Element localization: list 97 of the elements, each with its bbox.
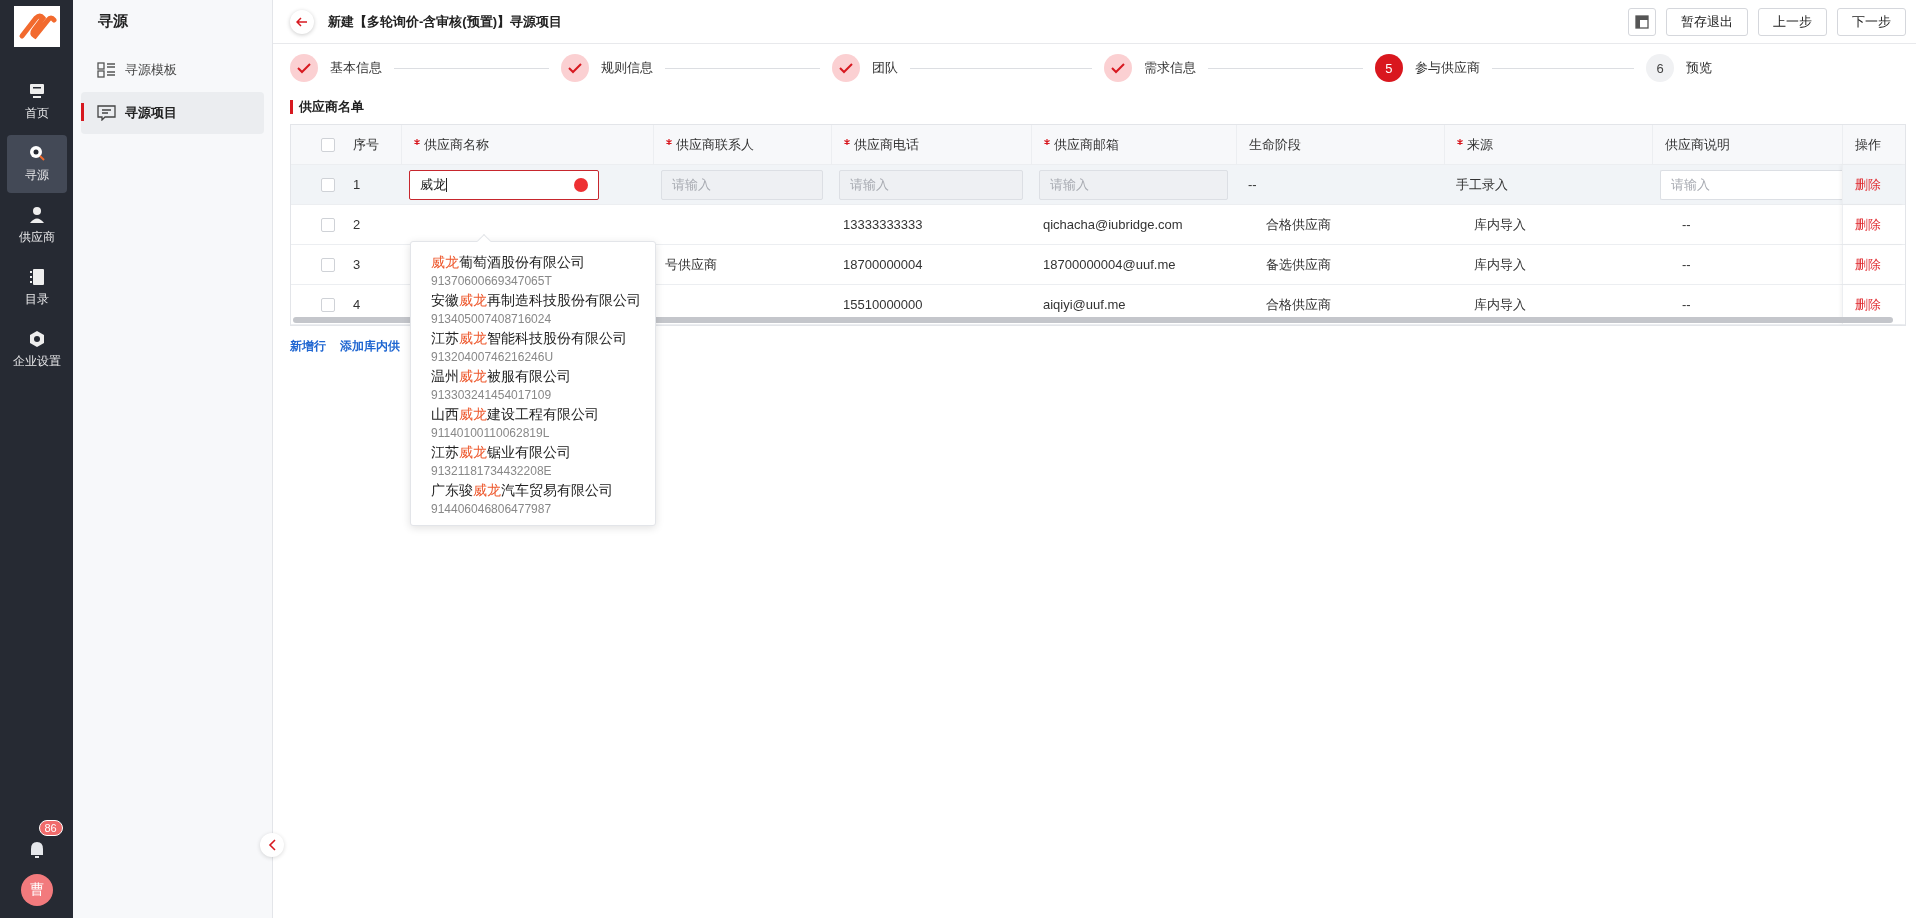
table-cell-text: 库内导入 [1473,295,1527,314]
chevron-left-icon [268,839,276,851]
column-header: 来源 [1467,135,1493,154]
column-header: 生命阶段 [1249,135,1301,154]
person-icon [27,206,46,224]
column-header: 供应商名称 [424,135,489,154]
step-label: 预览 [1686,59,1712,77]
table-cell-text: 合格供应商 [1265,215,1332,234]
layout-button[interactable] [1628,7,1656,36]
column-header: 供应商电话 [854,135,919,154]
table-cell-text: 库内导入 [1473,255,1527,274]
column-header: 供应商联系人 [676,135,754,154]
column-header: 供应商邮箱 [1054,135,1119,154]
toolbar-button[interactable]: 上一步 [1758,7,1827,36]
hexagon-icon [27,330,46,348]
option-name[interactable]: 山西威龙建设工程有限公司 [431,405,655,424]
step-marker: 5 [1374,54,1403,82]
check-icon [839,62,854,74]
check-icon [568,62,583,74]
back-arrow-icon [296,16,308,27]
list-icon [97,62,116,78]
table-cell-text: 合格供应商 [1265,295,1332,314]
nav-item[interactable]: 供应商 [6,197,67,255]
table-cell-text: 18700000004 [842,257,924,272]
sidebar-item[interactable]: 寻源模板 [81,49,264,91]
table-cell-text: 1 [352,177,362,192]
toolbar-button[interactable]: 下一步 [1837,7,1906,36]
column-header: 操作 [1855,135,1881,154]
table-cell-text: aiqiyi@uuf.me [1042,297,1127,312]
option-code: 913303241454017109 [431,387,553,404]
check-icon [297,62,311,74]
status-dot-icon [574,177,588,192]
nav-item[interactable]: 寻源 [6,135,67,193]
delete-link[interactable]: 删除 [1842,245,1904,284]
delete-link[interactable]: 删除 [1842,165,1904,204]
message-icon [97,105,116,121]
book-icon [27,268,46,286]
step-label: 团队 [872,59,899,77]
monitor-icon [27,82,46,100]
option-name[interactable]: 安徽威龙再制造科技股份有限公司 [431,291,655,310]
table-cell-text: -- [1681,257,1692,272]
option-code: 91140100110062819L [431,425,551,442]
checkbox[interactable] [321,257,335,272]
table-cell-text: -- [1681,217,1692,232]
option-code: 91320400746216246U [431,349,555,366]
page-title: 新建【多轮询价-含审核(预置)】寻源项目 [328,12,563,31]
toolbar-button[interactable]: 暂存退出 [1666,7,1748,36]
layout-icon [1635,14,1649,29]
table-cell-text: 3 [352,257,362,272]
nav-item[interactable]: 首页 [6,73,67,131]
step-label: 需求信息 [1143,59,1196,77]
table-cell-text: 4 [352,297,362,312]
step-label: 规则信息 [601,59,654,77]
option-code: 913405007408716024 [431,311,553,328]
option-code: 914406046806477987 [431,501,553,518]
sidebar-item[interactable]: 寻源项目 [81,92,264,134]
table-cell-text: 号供应商 [664,255,718,274]
option-name[interactable]: 温州威龙被服有限公司 [431,367,655,386]
table-cell-text: 2 [352,217,362,232]
option-code: 91370600669347065T [431,273,553,290]
table-cell-text: 手工录入 [1455,175,1509,194]
option-name[interactable]: 江苏威龙锯业有限公司 [431,443,655,462]
step-marker: 6 [1646,54,1674,82]
table-cell-text: 15510000000 [842,297,924,312]
table-cell-text: 备选供应商 [1265,255,1332,274]
table-cell-text: 18700000004@uuf.me [1042,257,1177,272]
table-cell-text: qichacha@iubridge.com [1042,217,1184,232]
column-header: 供应商说明 [1665,135,1730,154]
checkbox[interactable] [321,137,335,152]
table-cell-text: -- [1681,297,1692,312]
option-code: 91321181734432208E [431,463,553,480]
step-label: 参与供应商 [1414,59,1480,77]
input-field[interactable]: 威龙 [409,169,599,200]
table-cell-text: 库内导入 [1473,215,1527,234]
option-name[interactable]: 江苏威龙智能科技股份有限公司 [431,329,655,348]
nav-item[interactable]: 企业设置 [6,321,67,379]
collapse-button[interactable] [260,833,284,857]
checkbox[interactable] [321,297,335,312]
table-cell-text: -- [1247,177,1258,192]
table-cell-text: 13333333333 [842,217,924,232]
checkbox[interactable] [321,217,335,232]
notification-badge: 86 [38,820,63,836]
column-header: 序号 [353,135,379,154]
sidebar-title: 寻源 [97,12,129,31]
bell-icon[interactable] [28,840,45,860]
search-icon [27,144,46,162]
delete-link[interactable]: 删除 [1842,205,1904,244]
option-name[interactable]: 威龙葡萄酒股份有限公司 [431,253,655,272]
back-button[interactable] [290,9,314,34]
action-link[interactable]: 添加库内供 [340,338,400,355]
nav-item[interactable]: 目录 [6,259,67,317]
section-title: 供应商名单 [290,100,1906,114]
step-label: 基本信息 [330,59,382,77]
check-icon [1110,62,1125,74]
option-name[interactable]: 广东骏威龙汽车贸易有限公司 [431,481,655,500]
checkbox[interactable] [321,177,335,192]
action-link[interactable]: 新增行 [290,338,326,355]
